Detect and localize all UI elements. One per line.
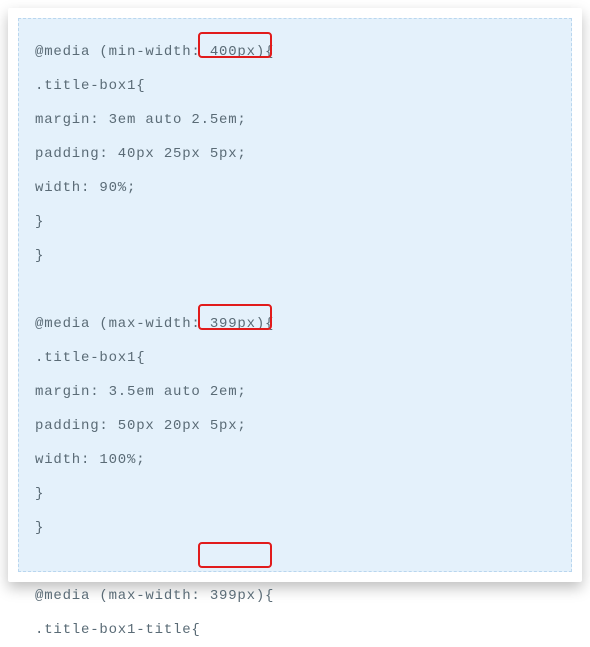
code-content: @media (min-width: 400px){ .title-box1{ … bbox=[35, 35, 563, 563]
code-line: @media (max-width: 399px){ bbox=[35, 307, 563, 341]
code-line: margin: 3.5em auto 2em; bbox=[35, 375, 563, 409]
code-line: @media (max-width: 399px){ bbox=[35, 579, 563, 613]
code-line: padding: 50px 20px 5px; bbox=[35, 409, 563, 443]
code-panel: @media (min-width: 400px){ .title-box1{ … bbox=[18, 18, 572, 572]
code-line: } bbox=[35, 205, 563, 239]
code-line: @media (min-width: 400px){ bbox=[35, 35, 563, 69]
code-line: width: 100%; bbox=[35, 443, 563, 477]
code-line: width: 90%; bbox=[35, 171, 563, 205]
code-line: } bbox=[35, 477, 563, 511]
code-line: padding: 40px 25px 5px; bbox=[35, 137, 563, 171]
code-line: margin: 3em auto 2.5em; bbox=[35, 103, 563, 137]
blank-line bbox=[35, 545, 563, 579]
code-line: .title-box1-title{ bbox=[35, 613, 563, 647]
code-line: .title-box1{ bbox=[35, 69, 563, 103]
code-line: } bbox=[35, 239, 563, 273]
document-frame: @media (min-width: 400px){ .title-box1{ … bbox=[8, 8, 582, 582]
code-line: } bbox=[35, 511, 563, 545]
blank-line bbox=[35, 273, 563, 307]
code-line: .title-box1{ bbox=[35, 341, 563, 375]
